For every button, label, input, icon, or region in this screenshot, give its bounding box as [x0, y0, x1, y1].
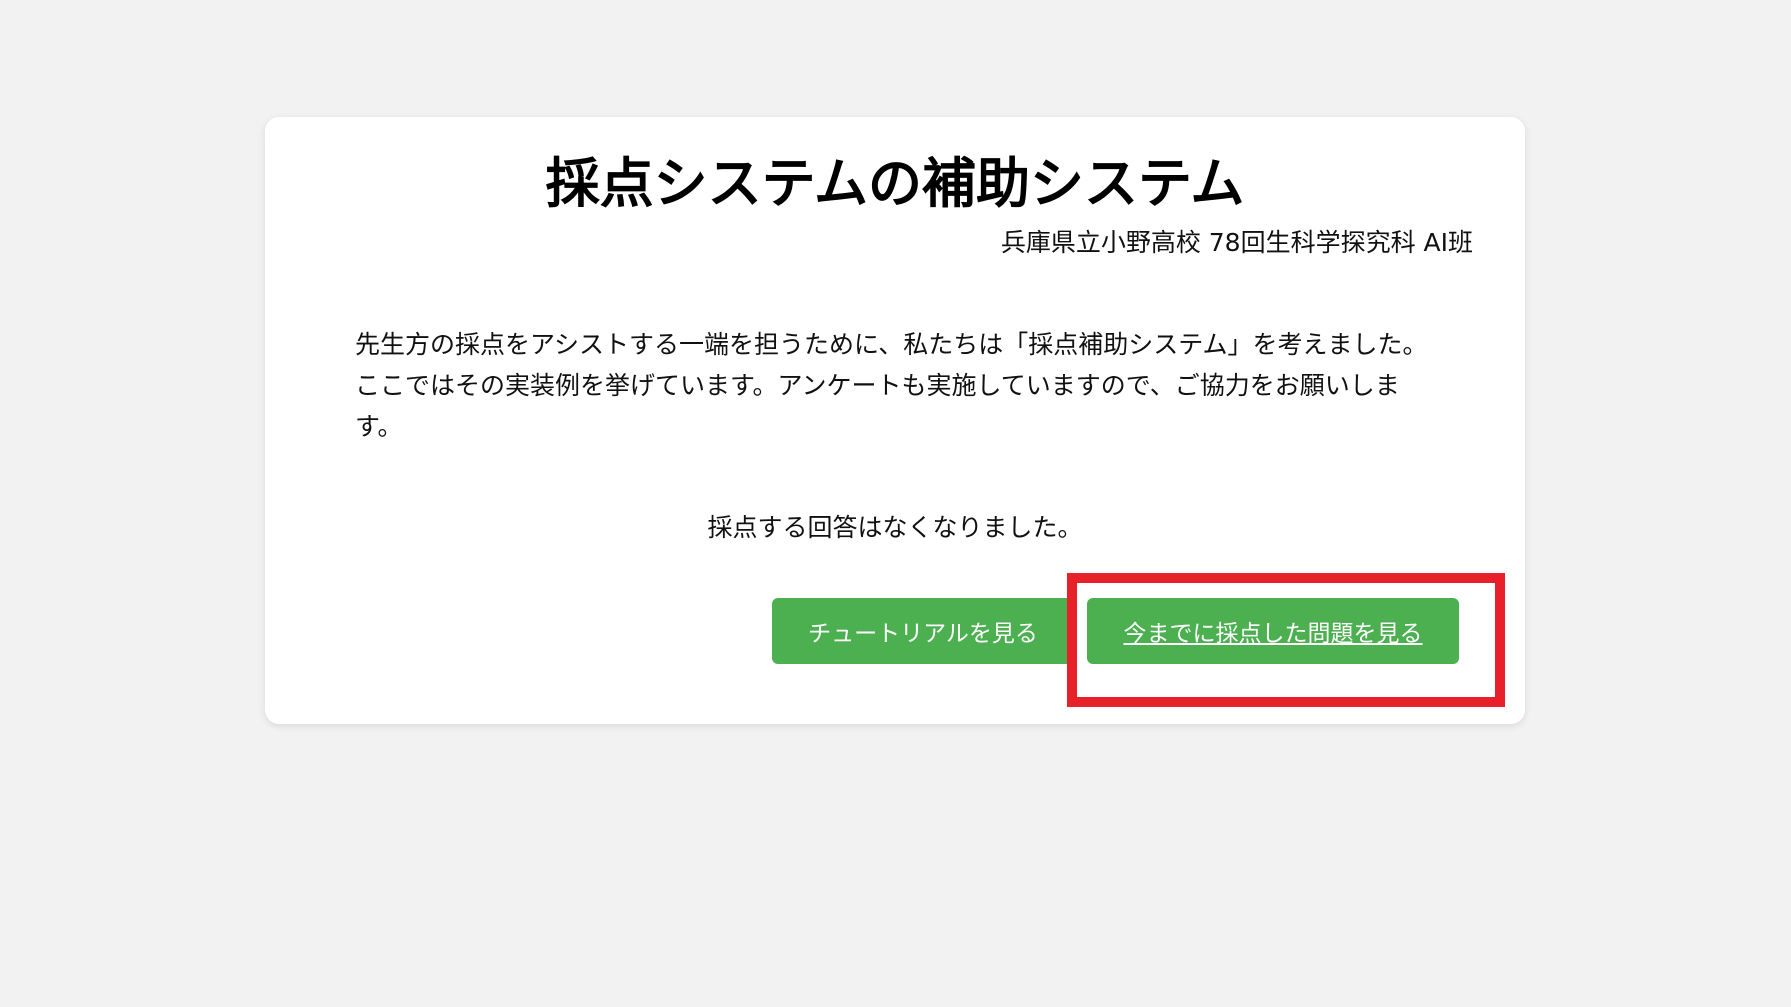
- main-card: 採点システムの補助システム 兵庫県立小野高校 78回生科学探究科 AI班 先生方…: [265, 117, 1525, 724]
- view-tutorial-button[interactable]: チュートリアルを見る: [772, 598, 1074, 664]
- description-text: 先生方の採点をアシストする一端を担うために、私たちは「採点補助システム」を考えま…: [355, 330, 1428, 441]
- page-subtitle: 兵庫県立小野高校 78回生科学探究科 AI班: [1000, 228, 1473, 257]
- status-message: 採点する回答はなくなりました。: [707, 513, 1083, 542]
- page-title: 採点システムの補助システム: [545, 152, 1245, 215]
- view-graded-questions-button[interactable]: 今までに採点した問題を見る: [1087, 598, 1459, 664]
